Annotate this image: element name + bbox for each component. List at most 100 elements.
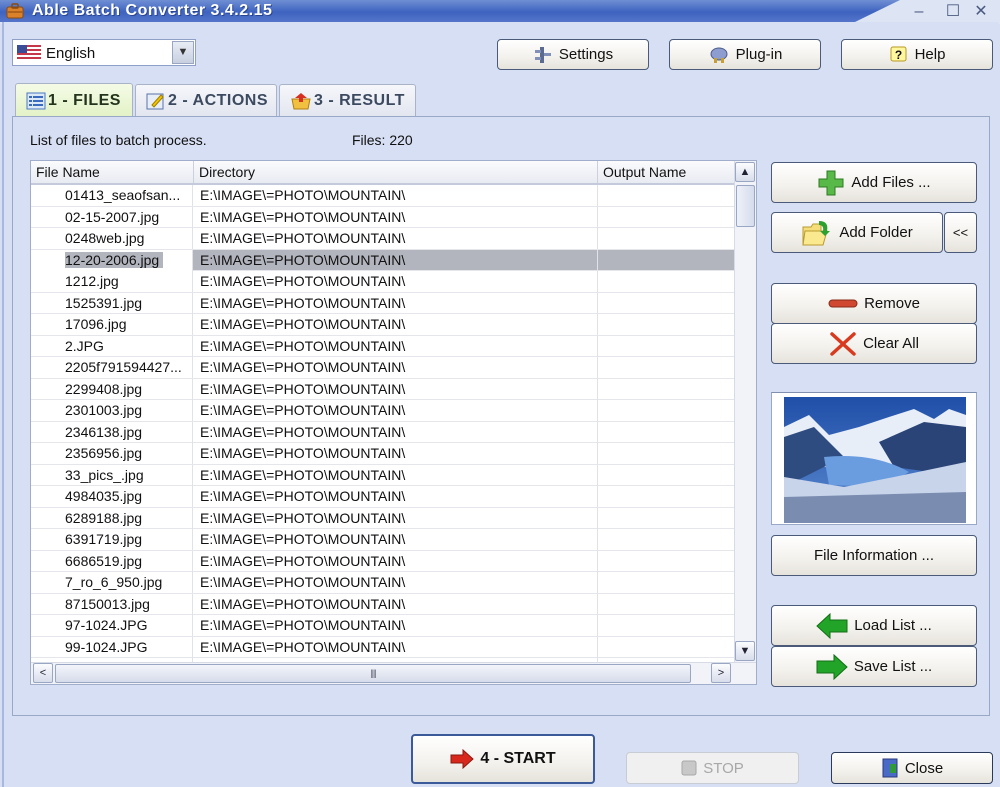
output-name-cell bbox=[598, 529, 735, 550]
file-row[interactable]: 97-1024.JPG E:\IMAGE\=PHOTO\MOUNTAIN\ bbox=[31, 615, 735, 637]
horizontal-scrollbar[interactable]: < |||| > bbox=[31, 662, 756, 684]
output-name-cell bbox=[598, 314, 735, 335]
minimize-button[interactable]: – bbox=[908, 2, 930, 22]
file-row[interactable]: 17096.jpg E:\IMAGE\=PHOTO\MOUNTAIN\ bbox=[31, 314, 735, 336]
directory-cell: E:\IMAGE\=PHOTO\MOUNTAIN\ bbox=[194, 292, 598, 314]
help-icon: ? bbox=[890, 46, 907, 62]
vertical-scrollbar[interactable]: ▲ ▼ bbox=[734, 161, 756, 663]
add-files-button[interactable]: Add Files ... bbox=[771, 162, 977, 203]
file-name-cell: 6686519.jpg bbox=[31, 550, 193, 572]
language-select[interactable]: English ▼ bbox=[12, 39, 196, 66]
vertical-scroll-thumb[interactable] bbox=[736, 185, 755, 227]
file-row[interactable]: 87150013.jpg E:\IMAGE\=PHOTO\MOUNTAIN\ bbox=[31, 593, 735, 615]
stop-button: STOP bbox=[626, 752, 799, 784]
arrow-left-icon bbox=[816, 612, 848, 639]
output-name-cell bbox=[598, 379, 735, 400]
settings-button[interactable]: Settings bbox=[497, 39, 649, 70]
file-row[interactable]: 4984035.jpg E:\IMAGE\=PHOTO\MOUNTAIN\ bbox=[31, 486, 735, 508]
scroll-left-button[interactable]: < bbox=[33, 663, 53, 683]
directory-cell-text: E:\IMAGE\=PHOTO\MOUNTAIN\ bbox=[200, 359, 406, 375]
load-list-button[interactable]: Load List ... bbox=[771, 605, 977, 646]
file-row[interactable]: 6391719.jpg E:\IMAGE\=PHOTO\MOUNTAIN\ bbox=[31, 529, 735, 551]
file-name-cell: 0248web.jpg bbox=[31, 228, 193, 249]
file-name-cell-text: 2205f791594427... bbox=[65, 359, 182, 375]
output-name-cell bbox=[598, 422, 735, 443]
tab-result[interactable]: 3 - RESULT bbox=[279, 84, 416, 116]
plugin-icon bbox=[710, 47, 728, 63]
red-arrow-icon bbox=[450, 749, 475, 769]
settings-label: Settings bbox=[558, 46, 614, 63]
file-row[interactable]: 1212.jpg E:\IMAGE\=PHOTO\MOUNTAIN\ bbox=[31, 271, 735, 293]
horizontal-scroll-thumb[interactable]: |||| bbox=[55, 664, 691, 683]
start-label: 4 - START bbox=[480, 750, 556, 767]
file-row[interactable]: 2301003.jpg E:\IMAGE\=PHOTO\MOUNTAIN\ bbox=[31, 400, 735, 422]
file-name-cell-text: 33_pics_.jpg bbox=[65, 466, 144, 483]
scroll-right-button[interactable]: > bbox=[711, 663, 731, 683]
file-information-button[interactable]: File Information ... bbox=[771, 535, 977, 576]
file-row[interactable]: 12-20-2006.jpg E:\IMAGE\=PHOTO\MOUNTAIN\ bbox=[31, 249, 735, 271]
start-button[interactable]: 4 - START bbox=[411, 734, 595, 784]
directory-cell-text: E:\IMAGE\=PHOTO\MOUNTAIN\ bbox=[200, 402, 406, 418]
help-label: Help bbox=[914, 46, 946, 63]
stop-label: STOP bbox=[703, 759, 744, 777]
files-caption: List of files to batch process. bbox=[30, 132, 207, 148]
output-name-cell bbox=[598, 250, 735, 271]
directory-cell: E:\IMAGE\=PHOTO\MOUNTAIN\ bbox=[194, 206, 598, 228]
column-header-file-name[interactable]: File Name bbox=[31, 161, 194, 183]
chevron-down-icon[interactable]: ▼ bbox=[172, 41, 194, 64]
directory-cell: E:\IMAGE\=PHOTO\MOUNTAIN\ bbox=[194, 550, 598, 572]
file-row[interactable]: 1525391.jpg E:\IMAGE\=PHOTO\MOUNTAIN\ bbox=[31, 292, 735, 314]
close-button[interactable]: Close bbox=[831, 752, 993, 784]
file-name-cell-text: 1525391.jpg bbox=[65, 294, 143, 311]
directory-cell: E:\IMAGE\=PHOTO\MOUNTAIN\ bbox=[194, 400, 598, 421]
help-button[interactable]: ? Help bbox=[841, 39, 993, 70]
tab-actions[interactable]: 2 - ACTIONS bbox=[135, 84, 277, 116]
file-row[interactable]: 01413_seaofsan... E:\IMAGE\=PHOTO\MOUNTAI… bbox=[31, 185, 735, 207]
door-icon bbox=[882, 758, 898, 778]
directory-cell: E:\IMAGE\=PHOTO\MOUNTAIN\ bbox=[194, 443, 598, 464]
file-row[interactable]: 7_ro_6_950.jpg E:\IMAGE\=PHOTO\MOUNTAIN\ bbox=[31, 572, 735, 594]
file-list[interactable]: File Name Directory Output Name 01413_se… bbox=[30, 160, 757, 685]
output-name-cell bbox=[598, 185, 735, 206]
column-header-output-name[interactable]: Output Name bbox=[598, 161, 735, 183]
remove-button[interactable]: Remove bbox=[771, 283, 977, 324]
scroll-down-button[interactable]: ▼ bbox=[735, 641, 755, 661]
file-name-cell-text: 6391719.jpg bbox=[65, 531, 143, 547]
clear-all-button[interactable]: Clear All bbox=[771, 323, 977, 364]
add-folder-button[interactable]: Add Folder bbox=[771, 212, 943, 253]
scroll-up-button[interactable]: ▲ bbox=[735, 162, 755, 182]
collapse-button[interactable]: << bbox=[944, 212, 977, 253]
file-row[interactable]: 0248web.jpg E:\IMAGE\=PHOTO\MOUNTAIN\ bbox=[31, 228, 735, 250]
file-name-cell: 2301003.jpg bbox=[31, 400, 193, 421]
file-row[interactable]: 6686519.jpg E:\IMAGE\=PHOTO\MOUNTAIN\ bbox=[31, 550, 735, 572]
column-header-directory[interactable]: Directory bbox=[194, 161, 598, 183]
briefcase-app-icon bbox=[6, 3, 24, 19]
output-name-cell bbox=[598, 228, 735, 249]
file-row[interactable]: 02-15-2007.jpg E:\IMAGE\=PHOTO\MOUNTAIN\ bbox=[31, 206, 735, 228]
remove-label: Remove bbox=[864, 295, 920, 312]
save-list-button[interactable]: Save List ... bbox=[771, 646, 977, 687]
close-label: Close bbox=[904, 759, 944, 777]
tab-actions-label: 2 - ACTIONS bbox=[168, 91, 269, 109]
output-name-cell bbox=[598, 293, 735, 314]
tab-files[interactable]: 1 - FILES bbox=[15, 83, 133, 117]
directory-cell-text: E:\IMAGE\=PHOTO\MOUNTAIN\ bbox=[200, 638, 406, 655]
maximize-button[interactable]: ☐ bbox=[942, 2, 964, 22]
file-name-cell: 01413_seaofsan... bbox=[31, 185, 193, 206]
us-flag-icon bbox=[17, 45, 41, 60]
file-row[interactable]: 2205f791594427... E:\IMAGE\=PHOTO\MOUNTAI… bbox=[31, 357, 735, 379]
close-window-button[interactable]: ✕ bbox=[970, 2, 992, 22]
file-row[interactable]: 2.JPG E:\IMAGE\=PHOTO\MOUNTAIN\ bbox=[31, 335, 735, 357]
directory-cell-text: E:\IMAGE\=PHOTO\MOUNTAIN\ bbox=[200, 230, 406, 246]
file-row[interactable]: 6289188.jpg E:\IMAGE\=PHOTO\MOUNTAIN\ bbox=[31, 507, 735, 529]
directory-cell-text: E:\IMAGE\=PHOTO\MOUNTAIN\ bbox=[200, 531, 406, 547]
file-row[interactable]: 2356956.jpg E:\IMAGE\=PHOTO\MOUNTAIN\ bbox=[31, 443, 735, 465]
file-row[interactable]: 33_pics_.jpg E:\IMAGE\=PHOTO\MOUNTAIN\ bbox=[31, 464, 735, 486]
file-row[interactable]: 2299408.jpg E:\IMAGE\=PHOTO\MOUNTAIN\ bbox=[31, 378, 735, 400]
files-count: Files: 220 bbox=[352, 132, 413, 148]
directory-cell: E:\IMAGE\=PHOTO\MOUNTAIN\ bbox=[194, 271, 598, 292]
plugin-button[interactable]: Plug-in bbox=[669, 39, 821, 70]
file-row[interactable]: 2346138.jpg E:\IMAGE\=PHOTO\MOUNTAIN\ bbox=[31, 421, 735, 443]
file-name-cell: 1212.jpg bbox=[31, 271, 193, 292]
file-row[interactable]: 99-1024.JPG E:\IMAGE\=PHOTO\MOUNTAIN\ bbox=[31, 636, 735, 658]
